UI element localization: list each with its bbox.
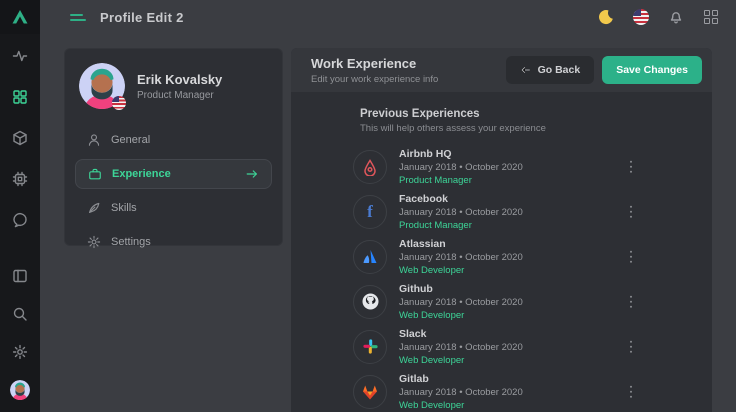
- menu-item-settings[interactable]: Settings: [75, 227, 272, 257]
- go-back-button[interactable]: Go Back: [506, 56, 595, 84]
- menu-item-label: Experience: [112, 168, 171, 180]
- row-menu-kebab-icon[interactable]: [626, 156, 637, 177]
- experience-row-github[interactable]: Github January 2018 • October 2020 Web D…: [291, 279, 712, 324]
- experience-row-facebook[interactable]: f Facebook January 2018 • October 2020 P…: [291, 189, 712, 234]
- work-experience-panel: Work Experience Edit your work experienc…: [291, 48, 712, 412]
- role-label: Product Manager: [399, 220, 523, 231]
- role-label: Web Developer: [399, 400, 523, 411]
- facebook-logo: f: [353, 195, 387, 229]
- role-label: Web Developer: [399, 265, 523, 276]
- menu-item-general[interactable]: General: [75, 125, 272, 155]
- experience-row-airbnb[interactable]: Airbnb HQ January 2018 • October 2020 Pr…: [291, 144, 712, 189]
- row-menu-kebab-icon[interactable]: [626, 336, 637, 357]
- topbar: Profile Edit 2: [40, 0, 736, 34]
- menu-item-label: Skills: [111, 202, 137, 214]
- layout-icon[interactable]: [10, 266, 30, 286]
- user-role: Product Manager: [137, 90, 222, 101]
- experience-list: Airbnb HQ January 2018 • October 2020 Pr…: [291, 144, 712, 412]
- menu-item-skills[interactable]: Skills: [75, 193, 272, 223]
- go-back-label: Go Back: [538, 64, 581, 76]
- panel-title: Work Experience: [311, 56, 438, 71]
- panel-header: Work Experience Edit your work experienc…: [291, 48, 712, 92]
- moon-icon[interactable]: [597, 8, 615, 26]
- apps-grid-icon[interactable]: [702, 8, 720, 26]
- date-range: January 2018 • October 2020: [399, 297, 523, 308]
- row-menu-kebab-icon[interactable]: [626, 246, 637, 267]
- menu-item-label: General: [111, 134, 150, 146]
- role-label: Product Manager: [399, 175, 523, 186]
- slack-logo: [353, 330, 387, 364]
- date-range: January 2018 • October 2020: [399, 252, 523, 263]
- section-subtitle: This will help others assess your experi…: [360, 123, 712, 134]
- icon-rail: [0, 0, 40, 412]
- date-range: January 2018 • October 2020: [399, 162, 523, 173]
- page-title: Profile Edit 2: [100, 10, 184, 25]
- left-arrow-icon: [520, 64, 532, 76]
- section-title: Previous Experiences: [360, 108, 712, 120]
- row-menu-kebab-icon[interactable]: [626, 291, 637, 312]
- gitlab-logo: [353, 375, 387, 409]
- cpu-icon[interactable]: [10, 169, 30, 189]
- activity-icon[interactable]: [10, 46, 30, 66]
- company-name: Airbnb HQ: [399, 148, 523, 160]
- row-menu-kebab-icon[interactable]: [626, 381, 637, 402]
- github-logo: [353, 285, 387, 319]
- profile-avatar: [79, 63, 125, 109]
- save-changes-button[interactable]: Save Changes: [602, 56, 702, 84]
- box-icon[interactable]: [10, 128, 30, 148]
- date-range: January 2018 • October 2020: [399, 342, 523, 353]
- chat-icon[interactable]: [10, 210, 30, 230]
- user-name: Erik Kovalsky: [137, 72, 222, 87]
- atlassian-logo: [353, 240, 387, 274]
- role-label: Web Developer: [399, 310, 523, 321]
- company-name: Gitlab: [399, 373, 523, 385]
- dashboard-grid-icon[interactable]: [10, 87, 30, 107]
- profile-menu: General Experience Skills Settings: [75, 125, 272, 261]
- company-name: Facebook: [399, 193, 523, 205]
- date-range: January 2018 • October 2020: [399, 207, 523, 218]
- airbnb-logo: [353, 150, 387, 184]
- menu-toggle-icon[interactable]: [70, 14, 86, 21]
- company-name: Github: [399, 283, 523, 295]
- company-name: Atlassian: [399, 238, 523, 250]
- right-arrow-icon: [245, 167, 259, 181]
- menu-item-experience[interactable]: Experience: [75, 159, 272, 189]
- experience-row-slack[interactable]: Slack January 2018 • October 2020 Web De…: [291, 324, 712, 369]
- date-range: January 2018 • October 2020: [399, 387, 523, 398]
- save-changes-label: Save Changes: [616, 64, 688, 76]
- role-label: Web Developer: [399, 355, 523, 366]
- profile-card: Erik Kovalsky Product Manager General Ex…: [64, 48, 283, 246]
- app-logo[interactable]: [0, 0, 40, 34]
- panel-subtitle: Edit your work experience info: [311, 74, 438, 85]
- country-flag-badge: [112, 96, 126, 110]
- menu-item-label: Settings: [111, 236, 151, 248]
- row-menu-kebab-icon[interactable]: [626, 201, 637, 222]
- bell-icon[interactable]: [667, 8, 685, 26]
- company-name: Slack: [399, 328, 523, 340]
- gear-icon[interactable]: [10, 342, 30, 362]
- user-avatar[interactable]: [10, 380, 30, 400]
- us-flag-icon[interactable]: [632, 8, 650, 26]
- experience-row-atlassian[interactable]: Atlassian January 2018 • October 2020 We…: [291, 234, 712, 279]
- search-icon[interactable]: [10, 304, 30, 324]
- experience-row-gitlab[interactable]: Gitlab January 2018 • October 2020 Web D…: [291, 369, 712, 412]
